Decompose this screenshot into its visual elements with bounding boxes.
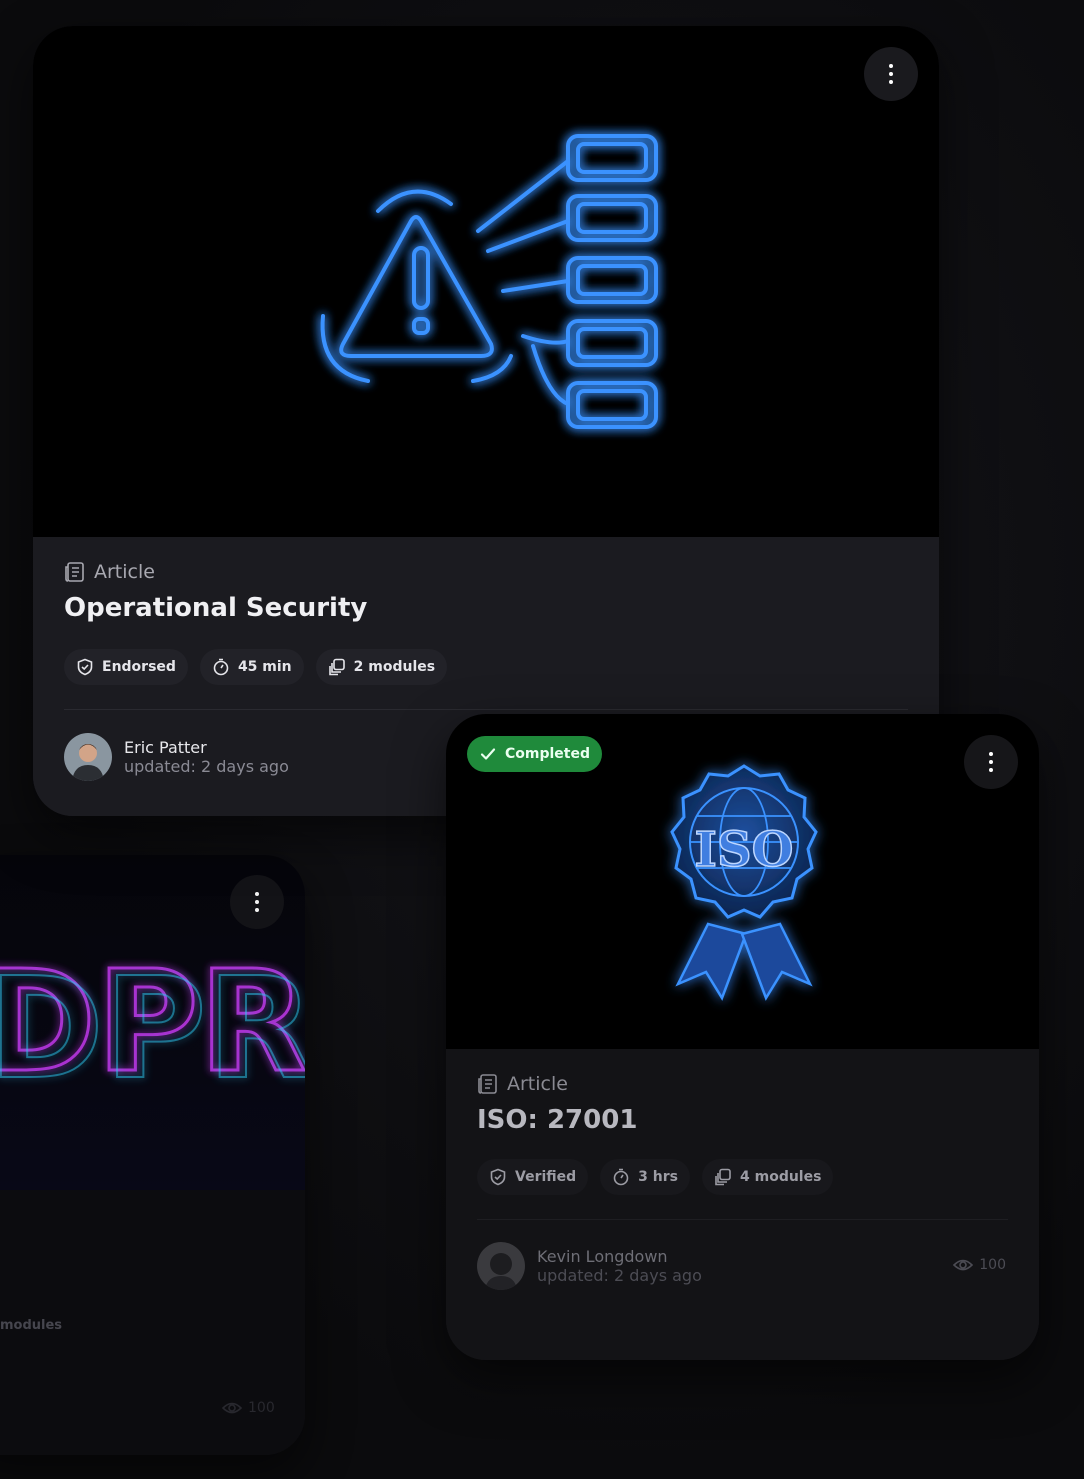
content-type: Article <box>64 561 155 583</box>
article-icon <box>65 562 84 582</box>
warning-network-neon-illustration <box>320 134 658 429</box>
views-count: 100 <box>953 1257 1006 1273</box>
course-title: Operational Security <box>64 593 368 623</box>
content-type: Article <box>477 1073 568 1095</box>
author: Eric Patter updated: 2 days ago <box>64 733 289 781</box>
course-card-gdpr[interactable]: DPR DPR modules 100 <box>0 855 305 1455</box>
avatar[interactable] <box>64 733 112 781</box>
chip-duration: 45 min <box>199 649 304 685</box>
card-body: Article ISO: 27001 Verified 3 hrs 4 modu… <box>446 1049 1039 1360</box>
avatar[interactable] <box>477 1242 525 1290</box>
author-name: Eric Patter <box>124 738 207 757</box>
timer-icon <box>613 1168 629 1186</box>
article-icon <box>478 1074 497 1094</box>
modules-icon <box>328 658 345 676</box>
more-vertical-icon <box>989 750 993 774</box>
eye-icon <box>222 1402 242 1414</box>
course-title: ISO: 27001 <box>477 1105 638 1135</box>
divider <box>477 1219 1008 1220</box>
updated-time: updated: 2 days ago <box>537 1266 702 1285</box>
author-name: Kevin Longdown <box>537 1247 668 1266</box>
chip-modules: modules <box>0 1318 63 1333</box>
more-vertical-icon <box>889 62 893 86</box>
svg-text:DPR: DPR <box>0 948 305 1111</box>
eye-icon <box>953 1259 974 1271</box>
chip-duration: 3 hrs <box>600 1159 690 1195</box>
course-card-operational-security[interactable]: Article Operational Security Endorsed 45… <box>33 26 939 816</box>
views-count: 100 <box>222 1400 275 1416</box>
content-type-label: Article <box>507 1073 568 1095</box>
more-options-button[interactable] <box>864 47 918 101</box>
avatar-photo <box>64 733 112 781</box>
chip-endorsed: Endorsed <box>64 649 188 685</box>
more-vertical-icon <box>255 890 259 914</box>
chip-verified: Verified <box>477 1159 589 1195</box>
svg-text:ISO: ISO <box>695 822 794 878</box>
divider <box>64 709 908 710</box>
chip-modules: 2 modules <box>315 649 448 685</box>
avatar-photo <box>477 1242 525 1290</box>
modules-icon <box>715 1168 731 1186</box>
timer-icon <box>213 658 229 676</box>
check-icon <box>480 748 496 760</box>
content-type-label: Article <box>94 561 155 583</box>
updated-time: updated: 2 days ago <box>124 757 289 776</box>
course-meta-chips: Verified 3 hrs 4 modules <box>477 1159 834 1195</box>
author: Kevin Longdown updated: 2 days ago <box>477 1242 702 1290</box>
more-options-button[interactable] <box>964 735 1018 789</box>
course-meta-chips: Endorsed 45 min 2 modules <box>64 649 448 685</box>
chip-modules: 4 modules <box>702 1159 834 1195</box>
course-card-iso-27001[interactable]: ISO Completed Article ISO: 27001 Verifie… <box>446 714 1039 1360</box>
shield-check-icon <box>490 1168 506 1186</box>
more-options-button[interactable] <box>230 875 284 929</box>
status-badge-completed: Completed <box>467 736 603 772</box>
card-hero-image <box>33 26 939 537</box>
shield-check-icon <box>77 658 93 676</box>
